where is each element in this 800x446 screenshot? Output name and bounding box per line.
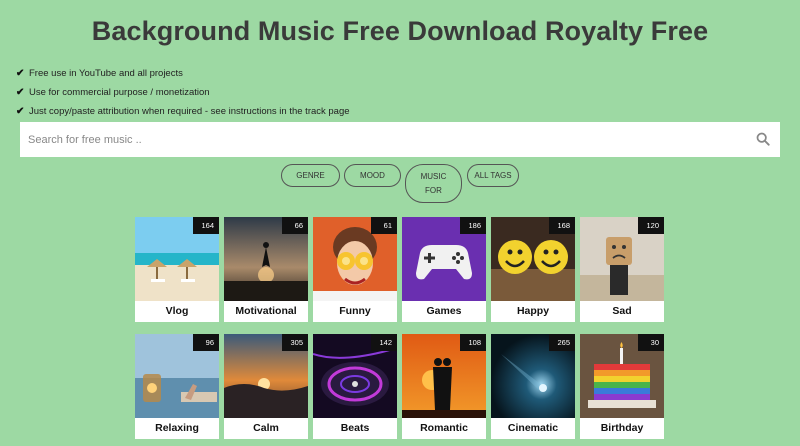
category-label: Calm bbox=[253, 422, 279, 434]
category-card-relaxing[interactable]: 96 Relaxing bbox=[135, 334, 219, 439]
category-label: Vlog bbox=[165, 305, 189, 317]
category-label: Cinematic bbox=[507, 422, 559, 434]
track-count-badge: 66 bbox=[282, 217, 308, 234]
checkmark-icon: ✔ bbox=[16, 106, 25, 117]
search-icon[interactable] bbox=[756, 132, 770, 146]
category-label: Motivational bbox=[235, 305, 297, 317]
track-count-badge: 61 bbox=[371, 217, 397, 234]
feature-text: Free use in YouTube and all projects bbox=[29, 68, 183, 79]
track-count-badge: 305 bbox=[282, 334, 308, 351]
page-title: Background Music Free Download Royalty F… bbox=[91, 16, 709, 46]
feature-text: Use for commercial purpose / monetizatio… bbox=[29, 87, 210, 98]
category-card-beats[interactable]: 142 Beats bbox=[313, 334, 397, 439]
category-label: Funny bbox=[339, 305, 371, 317]
feature-item: ✔ Use for commercial purpose / monetizat… bbox=[16, 83, 350, 102]
track-count-badge: 168 bbox=[549, 217, 575, 234]
category-card-vlog[interactable]: 164 Vlog bbox=[135, 217, 219, 322]
track-count-badge: 164 bbox=[193, 217, 219, 234]
feature-text: Just copy/paste attribution when require… bbox=[29, 106, 350, 117]
category-card-games[interactable]: 186 Games bbox=[402, 217, 486, 322]
category-card-happy[interactable]: 168 Happy bbox=[491, 217, 575, 322]
category-card-funny[interactable]: 61 Funny bbox=[313, 217, 397, 322]
track-count-badge: 30 bbox=[638, 334, 664, 351]
category-card-romantic[interactable]: 108 Romantic bbox=[402, 334, 486, 439]
category-label: Games bbox=[426, 305, 462, 317]
track-count-badge: 120 bbox=[638, 217, 664, 234]
all-tags-filter-button[interactable]: ALL TAGS bbox=[467, 164, 519, 187]
genre-filter-button[interactable]: GENRE bbox=[281, 164, 340, 187]
category-label: Sad bbox=[612, 305, 632, 317]
track-count-badge: 186 bbox=[460, 217, 486, 234]
feature-item: ✔ Free use in YouTube and all projects bbox=[16, 64, 350, 83]
mood-filter-button[interactable]: MOOD bbox=[344, 164, 401, 187]
feature-list: ✔ Free use in YouTube and all projects ✔… bbox=[16, 64, 350, 121]
checkmark-icon: ✔ bbox=[16, 68, 25, 79]
feature-item: ✔ Just copy/paste attribution when requi… bbox=[16, 102, 350, 121]
category-label: Happy bbox=[516, 305, 550, 317]
track-count-badge: 265 bbox=[549, 334, 575, 351]
category-card-cinematic[interactable]: 265 Cinematic bbox=[491, 334, 575, 439]
track-count-badge: 96 bbox=[193, 334, 219, 351]
category-label: Relaxing bbox=[155, 422, 199, 434]
category-card-birthday[interactable]: 30 Birthday bbox=[580, 334, 664, 439]
category-label: Romantic bbox=[420, 422, 468, 434]
search-bar bbox=[20, 122, 780, 157]
checkmark-icon: ✔ bbox=[16, 87, 25, 98]
category-card-calm[interactable]: 305 Calm bbox=[224, 334, 308, 439]
category-card-sad[interactable]: 120 Sad bbox=[580, 217, 664, 322]
track-count-badge: 108 bbox=[460, 334, 486, 351]
category-card-motivational[interactable]: 66 Motivational bbox=[224, 217, 308, 322]
category-label: Beats bbox=[340, 422, 370, 434]
search-input[interactable] bbox=[20, 123, 720, 156]
category-label: Birthday bbox=[600, 422, 644, 434]
track-count-badge: 142 bbox=[371, 334, 397, 351]
music-for-filter-button[interactable]: MUSIC FOR bbox=[405, 164, 462, 203]
